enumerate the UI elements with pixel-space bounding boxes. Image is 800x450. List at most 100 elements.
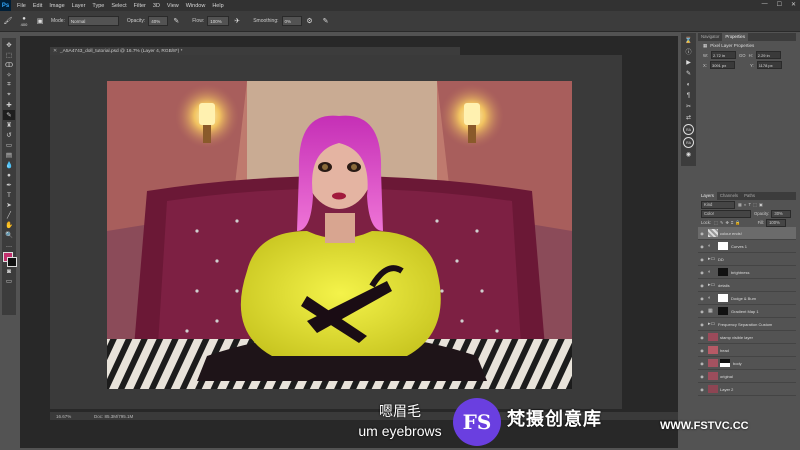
canvas-image[interactable] [107,81,572,389]
pressure-opacity-icon[interactable]: ✎ [171,16,181,26]
layer-row[interactable]: ◉ original [698,370,796,383]
menu-file[interactable]: File [17,3,26,9]
opacity-input[interactable]: 40% [148,16,169,26]
brush-preset-picker[interactable]: ● 400 [19,16,29,27]
visibility-eye-icon[interactable]: ◉ [698,361,706,366]
move-tool-icon[interactable]: ✥ [3,40,15,50]
mode-select[interactable]: Normal [67,16,119,26]
visibility-eye-icon[interactable]: ◉ [698,283,706,288]
visibility-eye-icon[interactable]: ◉ [698,387,706,392]
visibility-eye-icon[interactable]: ◉ [698,374,706,379]
brush-tool-icon[interactable]: ✎ [3,110,15,120]
visibility-eye-icon[interactable]: ◉ [698,257,706,262]
pen-tool-icon[interactable]: ✒ [3,180,15,190]
quick-mask-icon[interactable]: ◙ [3,266,15,276]
quick-select-tool-icon[interactable]: ✧ [3,70,15,80]
menu-edit[interactable]: Edit [33,3,42,9]
history-brush-tool-icon[interactable]: ↺ [3,130,15,140]
width-field[interactable]: 2.72 in [711,51,737,59]
menu-select[interactable]: Select [111,3,126,9]
minimize-button[interactable]: — [762,1,768,8]
eyedropper-tool-icon[interactable]: ⌖ [3,90,15,100]
layer-row[interactable]: ◉ ▸▭ Frequency Separation Custom [698,318,796,331]
document-tab[interactable]: ✕ _A5A4743_doll_tutorial.psd @ 16.7% (La… [50,47,460,55]
visibility-eye-icon[interactable]: ◉ [698,231,706,236]
airbrush-icon[interactable]: ✈ [232,16,242,26]
tab-navigator[interactable]: Navigator [698,33,722,41]
pressure-size-icon[interactable]: ✎ [321,16,331,26]
marquee-tool-icon[interactable]: ⬚ [3,50,15,60]
tool-presets-icon[interactable]: ✂ [684,102,694,111]
layer-fill-input[interactable]: 100% [766,218,787,227]
retouch-action-icon[interactable]: RA [683,124,694,135]
menu-filter[interactable]: Filter [134,3,146,9]
flow-input[interactable]: 100% [207,16,230,26]
lock-icons[interactable]: ⬚✎✥⌗🔒 [714,220,743,226]
smoothing-gear-icon[interactable]: ⚙ [305,16,315,26]
tab-channels[interactable]: Channels [717,192,741,200]
layer-row[interactable]: ◉ ◐ brightness [698,266,796,279]
dodge-tool-icon[interactable]: ● [3,170,15,180]
photoshop-logo[interactable]: Ps [0,0,11,11]
path-select-tool-icon[interactable]: ➤ [3,200,15,210]
gradient-tool-icon[interactable]: ▤ [3,150,15,160]
blend-mode-select[interactable]: Color [701,209,751,218]
clone-stamp-tool-icon[interactable]: ♜ [3,120,15,130]
more-tools-icon[interactable]: … [3,240,15,250]
x-field[interactable]: 3091 px [709,61,735,69]
adjustments-panel-icon[interactable]: ◐ [684,80,694,89]
menu-view[interactable]: View [167,3,179,9]
visibility-eye-icon[interactable]: ◉ [698,335,706,340]
menu-type[interactable]: Type [92,3,104,9]
paragraph-panel-icon[interactable]: ¶ [684,91,694,100]
healing-brush-tool-icon[interactable]: ✚ [3,100,15,110]
brush-settings-icon[interactable]: ▣ [35,16,45,26]
crop-tool-icon[interactable]: ⌗ [3,80,15,90]
brush-tool-icon[interactable]: 🖌 [3,16,13,26]
menu-window[interactable]: Window [186,3,206,9]
menu-3d[interactable]: 3D [153,3,160,9]
visibility-eye-icon[interactable]: ◉ [698,322,706,327]
layer-row[interactable]: ◉ colour ends! [698,227,796,240]
menu-layer[interactable]: Layer [72,3,86,9]
tab-layers[interactable]: Layers [698,192,717,200]
smoothing-input[interactable]: 0% [281,16,302,26]
tab-properties[interactable]: Properties [722,33,748,41]
plugin-icon[interactable]: ◉ [684,150,694,159]
menu-help[interactable]: Help [212,3,223,9]
filter-icons[interactable]: ▦◐T⬚▣ [738,202,765,207]
layer-opacity-input[interactable]: 30% [771,209,792,218]
info-panel-icon[interactable]: ⓘ [684,47,694,56]
layer-row[interactable]: ◉ stamp visible layer [698,331,796,344]
screen-mode-icon[interactable]: ▭ [3,276,15,286]
visibility-eye-icon[interactable]: ◉ [698,348,706,353]
layer-row[interactable]: ◉ Layer 2 [698,383,796,396]
layer-row[interactable]: ◉ ▸▭ details [698,279,796,292]
visibility-eye-icon[interactable]: ◉ [698,309,706,314]
background-color-swatch[interactable] [7,257,17,267]
layer-row[interactable]: ◉ ▸▭ DD [698,253,796,266]
close-tab-icon[interactable]: ✕ [53,49,57,54]
hand-tool-icon[interactable]: ✋ [3,220,15,230]
height-field[interactable]: 2.29 in [755,51,781,59]
blur-tool-icon[interactable]: 💧 [3,160,15,170]
eraser-tool-icon[interactable]: ▭ [3,140,15,150]
layer-filter-kind[interactable]: Kind [701,200,735,209]
color-swatches[interactable] [3,252,17,267]
layer-row[interactable]: ◉ head [698,344,796,357]
brush-panel-icon[interactable]: ✎ [684,69,694,78]
layer-row[interactable]: ◉ ◐ Curves 1 [698,240,796,253]
layer-row[interactable]: ◉ ▦ Gradient Map 1 [698,305,796,318]
zoom-tool-icon[interactable]: 🔍 [3,230,15,240]
tab-paths[interactable]: Paths [741,192,758,200]
type-tool-icon[interactable]: T [3,190,15,200]
y-field[interactable]: 1178 px [756,61,782,69]
layer-comps-icon[interactable]: ⇄ [684,113,694,122]
layer-row[interactable]: ◉ body [698,357,796,370]
lasso-tool-icon[interactable]: ↀ [3,60,15,70]
visibility-eye-icon[interactable]: ◉ [698,244,706,249]
retouch-action-icon-2[interactable]: RA [683,137,694,148]
visibility-eye-icon[interactable]: ◉ [698,296,706,301]
history-panel-icon[interactable]: ⌛ [684,36,694,45]
actions-panel-icon[interactable]: ▶ [684,58,694,67]
